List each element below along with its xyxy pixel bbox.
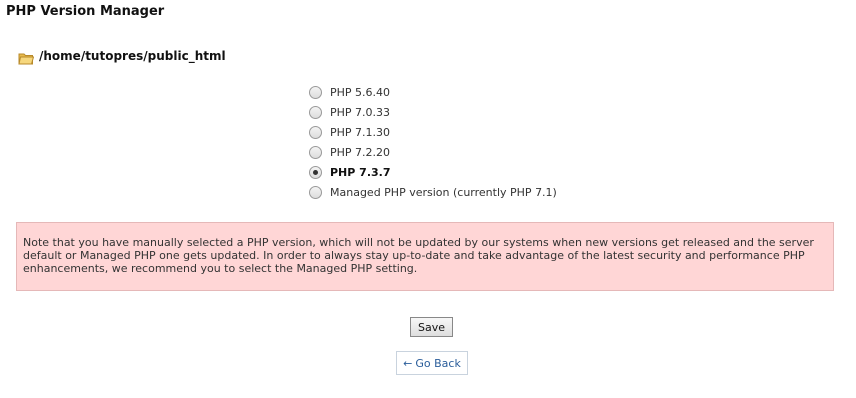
version-label: PHP 7.0.33 — [330, 105, 391, 119]
radio-managed-php[interactable] — [309, 185, 322, 199]
php-version-options: PHP 5.6.40 PHP 7.0.33 PHP 7.1.30 PHP 7.2… — [309, 82, 557, 202]
php-version-option[interactable]: PHP 7.3.7 — [309, 162, 557, 182]
radio-php-7-2-20[interactable] — [309, 145, 322, 159]
directory-path: /home/tutopres/public_html — [18, 49, 226, 64]
php-version-option[interactable]: PHP 7.2.20 — [309, 142, 557, 162]
back-arrow-icon: ← — [403, 356, 413, 370]
php-version-option[interactable]: Managed PHP version (currently PHP 7.1) — [309, 182, 557, 202]
radio-php-7-3-7[interactable] — [309, 165, 322, 179]
go-back-link[interactable]: ← Go Back — [396, 351, 468, 375]
radio-php-5-6-40[interactable] — [309, 85, 322, 99]
php-version-option[interactable]: PHP 7.0.33 — [309, 102, 557, 122]
radio-php-7-0-33[interactable] — [309, 105, 322, 119]
version-label: PHP 7.1.30 — [330, 125, 391, 139]
go-back-label: Go Back — [415, 356, 461, 370]
version-label: PHP 7.3.7 — [330, 165, 391, 179]
php-version-option[interactable]: PHP 5.6.40 — [309, 82, 557, 102]
version-label: PHP 5.6.40 — [330, 85, 391, 99]
page-title: PHP Version Manager — [6, 4, 165, 19]
version-label: PHP 7.2.20 — [330, 145, 391, 159]
radio-php-7-1-30[interactable] — [309, 125, 322, 139]
save-button[interactable]: Save — [410, 317, 453, 337]
manual-version-warning: Note that you have manually selected a P… — [16, 222, 834, 291]
php-version-option[interactable]: PHP 7.1.30 — [309, 122, 557, 142]
folder-icon — [18, 50, 35, 64]
path-label: /home/tutopres/public_html — [39, 49, 226, 63]
version-label: Managed PHP version (currently PHP 7.1) — [330, 185, 557, 199]
